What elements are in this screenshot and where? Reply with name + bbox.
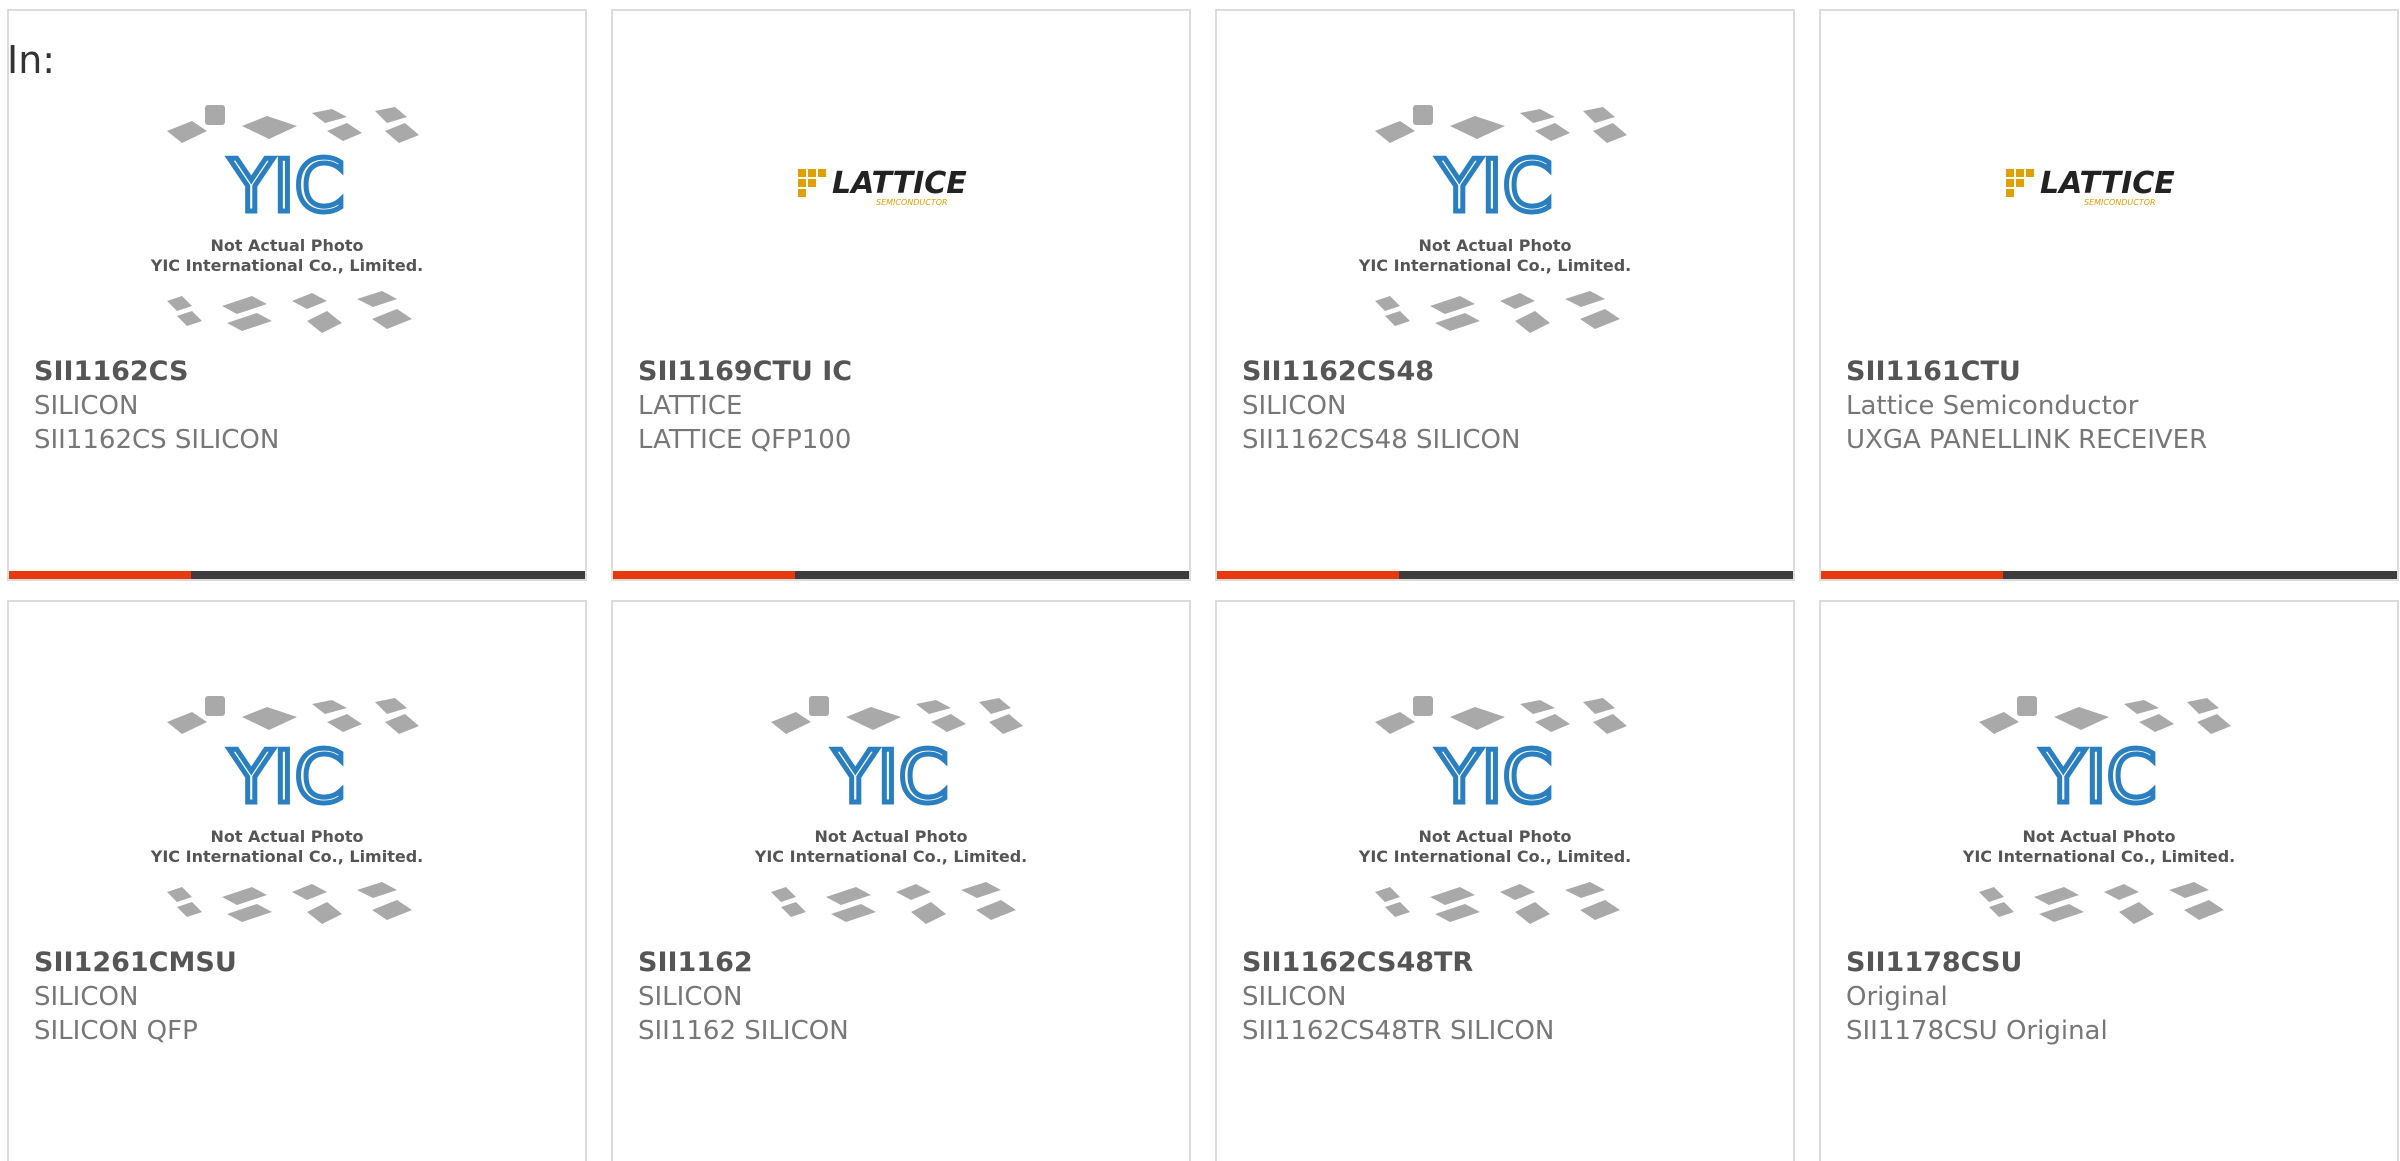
description: LATTICE QFP100	[638, 425, 852, 455]
product-card[interactable]: YIC Not Actual Photo YIC International C…	[7, 600, 587, 1161]
part-number[interactable]: SII1161CTU	[1846, 355, 2387, 389]
description: SII1178CSU Original	[1846, 1016, 2108, 1046]
product-image[interactable]: LATTICE SEMICONDUCTOR	[613, 11, 1189, 346]
product-card[interactable]: YIC Not Actual Photo YIC International C…	[1215, 9, 1795, 581]
svg-text:Not Actual Photo: Not Actual Photo	[1418, 236, 1571, 255]
product-image[interactable]: YIC Not Actual Photo YIC International C…	[1217, 11, 1793, 346]
yic-placeholder-icon: YIC Not Actual Photo YIC International C…	[150, 105, 423, 333]
product-image[interactable]: YIC Not Actual Photo YIC International C…	[1217, 602, 1793, 937]
svg-text:Not Actual Photo: Not Actual Photo	[814, 827, 967, 846]
card-bottom-bar	[1217, 571, 1793, 579]
manufacturer: SILICON	[34, 982, 139, 1012]
yic-placeholder-icon: YIC Not Actual Photo YIC International C…	[1358, 696, 1631, 924]
svg-text:Not Actual Photo: Not Actual Photo	[2022, 827, 2175, 846]
product-info: SII1161CTU Lattice Semiconductor UXGA PA…	[1846, 355, 2387, 457]
description: SII1162CS48TR SILICON	[1242, 1016, 1555, 1046]
product-info: SII1261CMSU SILICON SILICON QFP	[34, 946, 575, 1048]
manufacturer: LATTICE	[638, 391, 743, 421]
svg-text:YIC International Co., Limited: YIC International Co., Limited.	[1358, 256, 1631, 275]
product-card[interactable]: YIC Not Actual Photo YIC International C…	[7, 9, 587, 581]
svg-text:YIC International Co., Limited: YIC International Co., Limited.	[1962, 847, 2235, 866]
description: SII1162CS SILICON	[34, 425, 280, 455]
card-bottom-bar	[9, 571, 585, 579]
manufacturer: Original	[1846, 982, 1948, 1012]
product-card[interactable]: YIC Not Actual Photo YIC International C…	[1215, 600, 1795, 1161]
card-bottom-bar	[1821, 571, 2397, 579]
product-image[interactable]: YIC Not Actual Photo YIC International C…	[1821, 602, 2397, 937]
product-image[interactable]: YIC Not Actual Photo YIC International C…	[9, 11, 585, 346]
yic-placeholder-icon: YIC Not Actual Photo YIC International C…	[1358, 105, 1631, 333]
svg-text:YIC: YIC	[1436, 144, 1553, 228]
lattice-logo-icon: LATTICE SEMICONDUCTOR	[2006, 166, 2175, 207]
svg-text:LATTICE: LATTICE	[832, 166, 967, 201]
card-accent	[1217, 571, 1399, 579]
svg-text:YIC: YIC	[2040, 735, 2157, 819]
part-number[interactable]: SII1162CS48	[1242, 355, 1783, 389]
manufacturer: SILICON	[34, 391, 139, 421]
card-accent	[613, 571, 795, 579]
product-card[interactable]: LATTICE SEMICONDUCTOR SII1169CTU IC LATT…	[611, 9, 1191, 581]
yic-placeholder-icon: YIC Not Actual Photo YIC International C…	[1962, 696, 2235, 924]
svg-text:YIC: YIC	[228, 144, 345, 228]
product-info: SII1178CSU Original SII1178CSU Original	[1846, 946, 2387, 1048]
part-number[interactable]: SII1169CTU IC	[638, 355, 1179, 389]
product-image[interactable]: YIC Not Actual Photo YIC International C…	[9, 602, 585, 937]
svg-text:Not Actual Photo: Not Actual Photo	[210, 827, 363, 846]
manufacturer: SILICON	[1242, 391, 1347, 421]
svg-text:YIC International Co., Limited: YIC International Co., Limited.	[150, 847, 423, 866]
part-number[interactable]: SII1162	[638, 946, 1179, 980]
card-accent	[9, 571, 191, 579]
svg-text:Not Actual Photo: Not Actual Photo	[1418, 827, 1571, 846]
yic-placeholder-icon: YIC Not Actual Photo YIC International C…	[150, 696, 423, 924]
product-info: SII1169CTU IC LATTICE LATTICE QFP100	[638, 355, 1179, 457]
product-card[interactable]: YIC Not Actual Photo YIC International C…	[611, 600, 1191, 1161]
manufacturer: SILICON	[1242, 982, 1347, 1012]
svg-text:YIC International Co., Limited: YIC International Co., Limited.	[150, 256, 423, 275]
part-number[interactable]: SII1261CMSU	[34, 946, 575, 980]
svg-text:YIC International Co., Limited: YIC International Co., Limited.	[754, 847, 1027, 866]
svg-text:SEMICONDUCTOR: SEMICONDUCTOR	[876, 198, 948, 207]
svg-text:LATTICE: LATTICE	[2040, 166, 2175, 201]
part-number[interactable]: SII1178CSU	[1846, 946, 2387, 980]
product-image[interactable]: LATTICE SEMICONDUCTOR	[1821, 11, 2397, 346]
svg-text:YIC: YIC	[832, 735, 949, 819]
description: SII1162 SILICON	[638, 1016, 849, 1046]
svg-text:YIC International Co., Limited: YIC International Co., Limited.	[1358, 847, 1631, 866]
svg-text:SEMICONDUCTOR: SEMICONDUCTOR	[2084, 198, 2156, 207]
yic-placeholder-icon: YIC Not Actual Photo YIC International C…	[754, 696, 1027, 924]
card-bottom-bar	[613, 571, 1189, 579]
svg-text:YIC: YIC	[1436, 735, 1553, 819]
product-image[interactable]: YIC Not Actual Photo YIC International C…	[613, 602, 1189, 937]
product-info: SII1162CS48 SILICON SII1162CS48 SILICON	[1242, 355, 1783, 457]
product-info: SII1162CS SILICON SII1162CS SILICON	[34, 355, 575, 457]
lattice-logo-icon: LATTICE SEMICONDUCTOR	[798, 166, 967, 207]
part-number[interactable]: SII1162CS	[34, 355, 575, 389]
description: SII1162CS48 SILICON	[1242, 425, 1521, 455]
card-accent	[1821, 571, 2003, 579]
description: SILICON QFP	[34, 1016, 198, 1046]
manufacturer: SILICON	[638, 982, 743, 1012]
part-number[interactable]: SII1162CS48TR	[1242, 946, 1783, 980]
product-info: SII1162CS48TR SILICON SII1162CS48TR SILI…	[1242, 946, 1783, 1048]
product-card[interactable]: LATTICE SEMICONDUCTOR SII1161CTU Lattice…	[1819, 9, 2399, 581]
svg-text:Not Actual Photo: Not Actual Photo	[210, 236, 363, 255]
in-label: In:	[7, 38, 56, 82]
product-grid: YIC Not Actual Photo YIC International C…	[0, 0, 2400, 1161]
manufacturer: Lattice Semiconductor	[1846, 391, 2139, 421]
product-info: SII1162 SILICON SII1162 SILICON	[638, 946, 1179, 1048]
product-card[interactable]: YIC Not Actual Photo YIC International C…	[1819, 600, 2399, 1161]
svg-text:YIC: YIC	[228, 735, 345, 819]
description: UXGA PANELLINK RECEIVER	[1846, 425, 2208, 455]
